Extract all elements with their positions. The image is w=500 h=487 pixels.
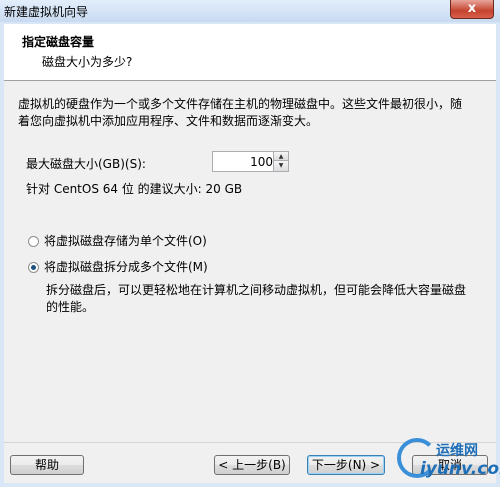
split-description: 拆分磁盘后，可以更轻松地在计算机之间移动虚拟机，但可能会降低大容量磁盘的性能。 <box>46 283 467 314</box>
window-title: 新建虚拟机向导 <box>4 5 89 19</box>
radio-single-file-label[interactable]: 将虚拟磁盘存储为单个文件(O) <box>44 234 207 248</box>
button-bar: 帮助 < 上一步(B) 下一步(N) > 取消 <box>4 442 496 484</box>
radio-button-icon[interactable] <box>28 236 39 247</box>
page-subtitle: 磁盘大小为多少? <box>42 55 133 69</box>
disk-size-input[interactable] <box>215 154 273 169</box>
page-title: 指定磁盘容量 <box>22 35 95 49</box>
radio-button-selected-icon[interactable] <box>28 262 39 273</box>
spin-up-icon[interactable]: ▲ <box>273 152 288 161</box>
title-bar: 新建虚拟机向导 x <box>0 0 500 22</box>
cancel-button[interactable]: 取消 <box>412 455 488 475</box>
disk-description: 虚拟机的硬盘作为一个或多个文件存储在主机的物理磁盘中。这些文件最初很小，随着您向… <box>18 97 463 128</box>
disk-size-label: 最大磁盘大小(GB)(S): <box>26 157 146 171</box>
radio-split-files-label[interactable]: 将虚拟磁盘拆分成多个文件(M) <box>44 260 208 274</box>
disk-size-stepper[interactable]: ▲ ▼ <box>212 151 289 172</box>
back-button[interactable]: < 上一步(B) <box>214 455 290 475</box>
radio-single-file[interactable]: 将虚拟磁盘存储为单个文件(O) <box>28 232 207 248</box>
recommended-size: 针对 CentOS 64 位 的建议大小: 20 GB <box>26 182 243 196</box>
close-button[interactable]: x <box>450 0 494 19</box>
help-button[interactable]: 帮助 <box>10 455 84 475</box>
next-button[interactable]: 下一步(N) > <box>307 455 385 475</box>
wizard-window: 新建虚拟机向导 x 指定磁盘容量 磁盘大小为多少? 虚拟机的硬盘作为一个或多个文… <box>0 0 500 487</box>
spin-down-icon[interactable]: ▼ <box>273 161 288 171</box>
wizard-client-area: 指定磁盘容量 磁盘大小为多少? 虚拟机的硬盘作为一个或多个文件存储在主机的物理磁… <box>4 24 496 483</box>
wizard-header: 指定磁盘容量 磁盘大小为多少? <box>4 24 496 81</box>
radio-split-files[interactable]: 将虚拟磁盘拆分成多个文件(M) <box>28 258 208 274</box>
